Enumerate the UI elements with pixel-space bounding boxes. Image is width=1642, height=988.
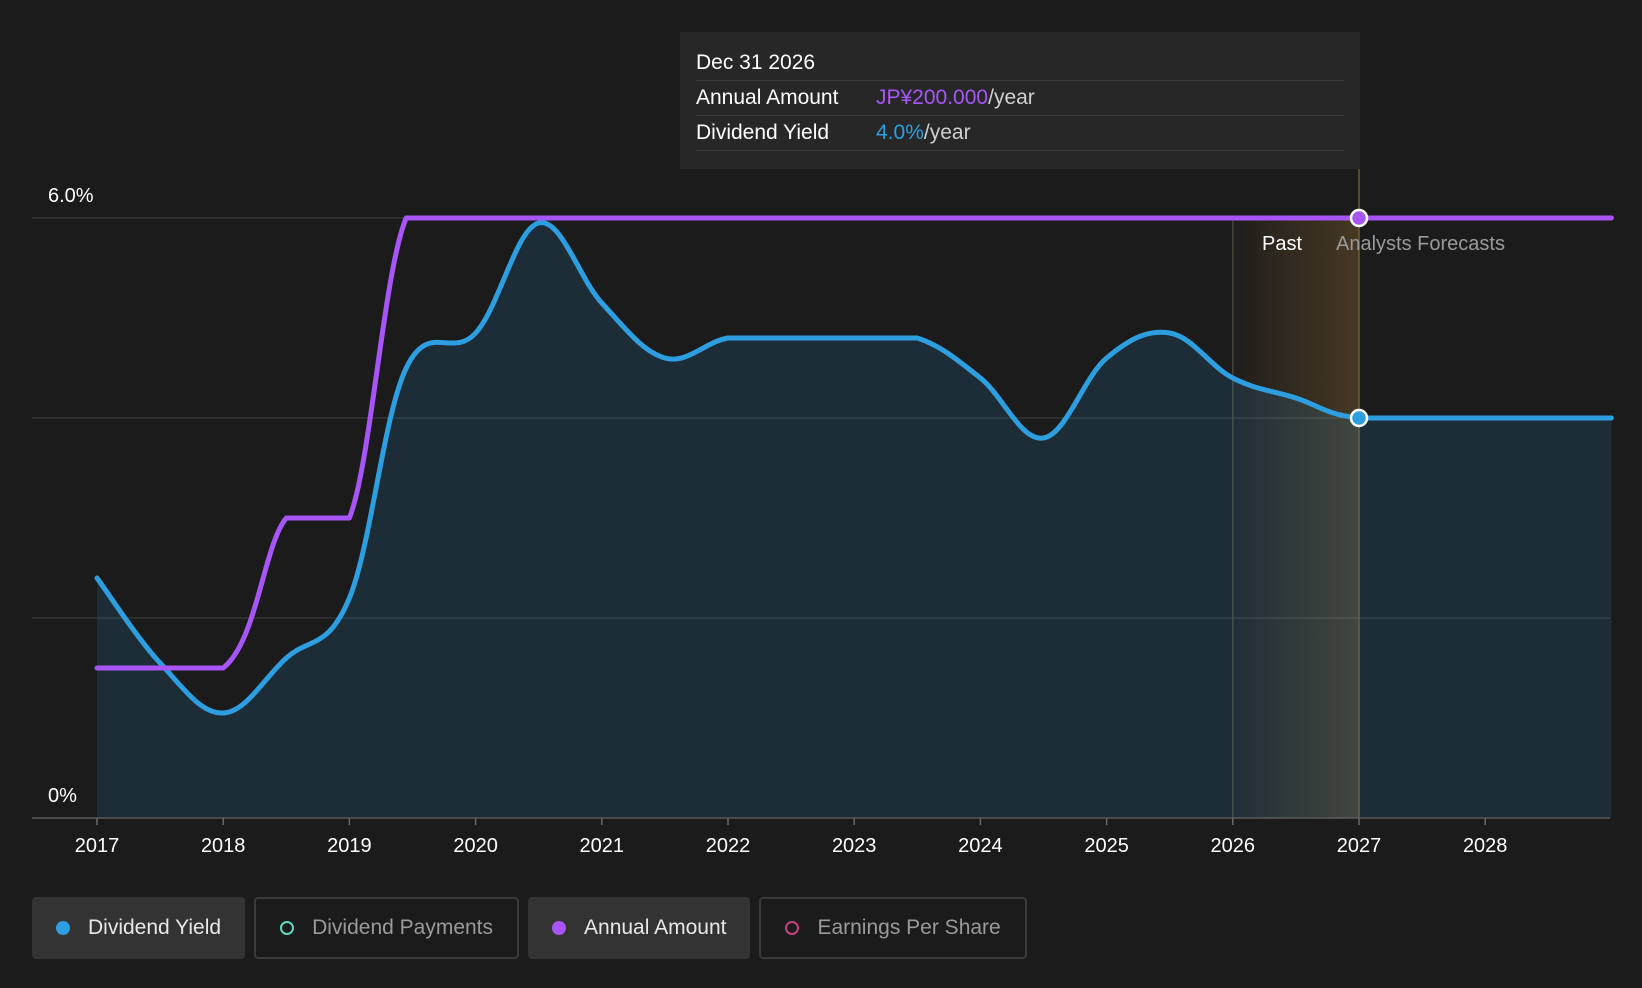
cursor-marker-dividend-yield	[1349, 408, 1369, 428]
x-tick-label: 2027	[1337, 835, 1382, 857]
y-tick-label-top: 6.0%	[48, 185, 94, 207]
legend-label: Dividend Yield	[88, 916, 222, 939]
tooltip-unit: /year	[988, 86, 1035, 109]
tooltip-row-dividend-yield: Dividend Yield 4.0% /year	[696, 116, 1344, 151]
tooltip-label: Annual Amount	[696, 86, 839, 109]
legend-label: Earnings Per Share	[817, 916, 1001, 939]
x-tick-label: 2022	[706, 835, 751, 857]
legend-label: Annual Amount	[584, 916, 727, 939]
annual-amount-dot-icon	[552, 921, 567, 935]
x-tick-label: 2017	[75, 835, 120, 857]
y-tick-label-bottom: 0%	[48, 785, 77, 807]
x-tick-label: 2019	[327, 835, 372, 857]
x-tick-label: 2018	[201, 835, 246, 857]
x-tick-label: 2023	[832, 835, 877, 857]
dividend-yield-dot-icon	[56, 921, 70, 935]
chart-tooltip: Dec 31 2026 Annual Amount JP¥200.000 /ye…	[680, 32, 1360, 169]
x-tick-label: 2021	[580, 835, 625, 857]
x-tick-label: 2020	[453, 835, 498, 857]
legend-dividend-payments[interactable]: Dividend Payments	[254, 897, 520, 959]
legend-dividend-yield[interactable]: Dividend Yield	[32, 897, 246, 959]
legend-annual-amount[interactable]: Annual Amount	[528, 897, 751, 959]
axes: 2017 2018 2019 2020 2021 2022 2023 2024 2025 2026…	[32, 817, 1610, 857]
past-label: Past	[1262, 233, 1302, 255]
tooltip-date: Dec 31 2026	[696, 42, 1344, 81]
x-tick-label: 2025	[1084, 835, 1129, 857]
analysts-forecasts-label: Analysts Forecasts	[1336, 233, 1505, 255]
cursor-marker-annual-amount	[1349, 208, 1369, 228]
earnings-per-share-ring-icon	[785, 921, 800, 935]
tooltip-label: Dividend Yield	[696, 121, 830, 144]
tooltip-row-annual-amount: Annual Amount JP¥200.000 /year	[696, 81, 1344, 116]
legend-label: Dividend Payments	[312, 916, 494, 939]
tooltip-value: 4.0%	[876, 121, 924, 144]
legend-earnings-per-share[interactable]: Earnings Per Share	[759, 897, 1027, 959]
dividend-payments-ring-icon	[280, 921, 295, 935]
x-tick-label: 2028	[1463, 835, 1508, 857]
chart-legend: Dividend Yield Dividend Payments Annual …	[32, 897, 1027, 959]
x-tick-label: 2024	[958, 835, 1003, 857]
tooltip-unit: /year	[923, 121, 971, 144]
x-tick-label: 2026	[1211, 835, 1256, 857]
tooltip-value: JP¥200.000	[876, 86, 989, 109]
